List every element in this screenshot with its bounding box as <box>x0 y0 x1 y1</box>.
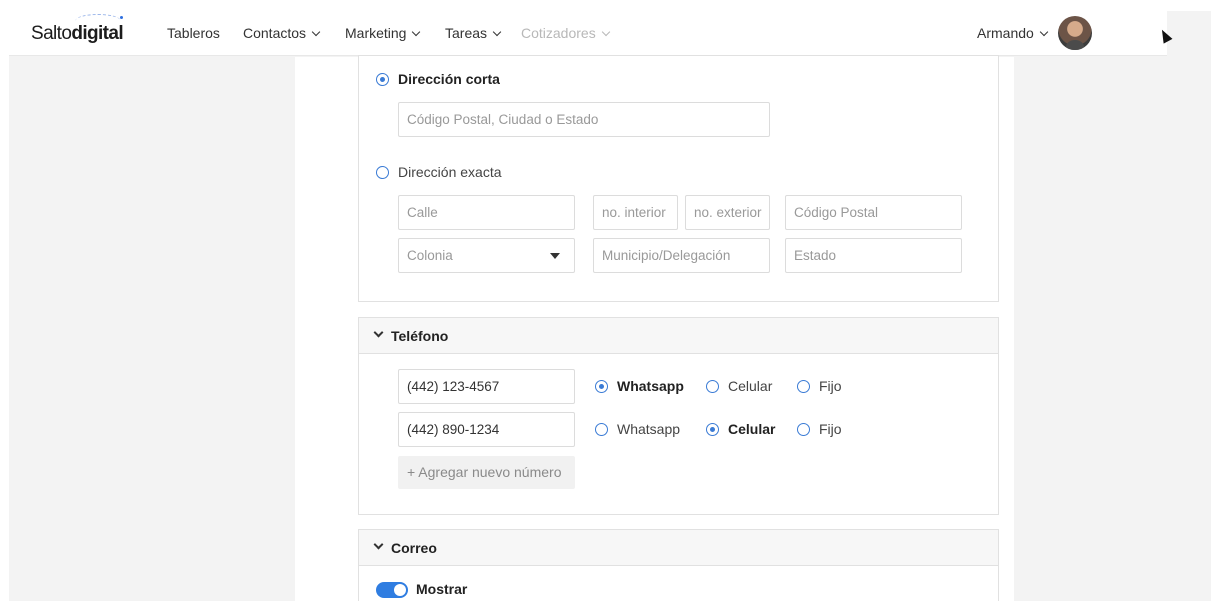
nav-tareas[interactable]: Tareas <box>445 25 502 41</box>
chevron-down-icon <box>492 27 502 37</box>
form-panel: Dirección corta Código Postal, Ciudad o … <box>295 55 1014 601</box>
email-section-header[interactable]: Correo <box>359 530 998 566</box>
avatar[interactable] <box>1058 16 1092 50</box>
logo-dot-decoration <box>120 16 123 19</box>
phone2-celular-label[interactable]: Celular <box>728 421 775 437</box>
phone2-whatsapp-radio[interactable] <box>595 423 608 436</box>
phone-card: Teléfono (442) 123-4567 Whatsapp Celular… <box>358 317 999 515</box>
top-navbar: Saltodigital Tableros Contactos Marketin… <box>9 11 1167 56</box>
phone1-fijo-radio[interactable] <box>797 380 810 393</box>
app-window: Saltodigital Tableros Contactos Marketin… <box>9 11 1211 601</box>
email-card: Correo Mostrar <box>358 529 999 601</box>
phone2-fijo-radio[interactable] <box>797 423 810 436</box>
phone1-whatsapp-label[interactable]: Whatsapp <box>617 378 684 394</box>
short-address-input[interactable]: Código Postal, Ciudad o Estado <box>398 102 770 137</box>
interior-number-field[interactable]: no. interior <box>593 195 678 230</box>
estado-field[interactable]: Estado <box>785 238 962 273</box>
phone-section-title: Teléfono <box>391 328 449 344</box>
chevron-down-icon <box>373 539 384 550</box>
phone2-fijo-label[interactable]: Fijo <box>819 421 842 437</box>
address-card: Dirección corta Código Postal, Ciudad o … <box>358 55 999 302</box>
colonia-select[interactable]: Colonia <box>398 238 575 273</box>
phone1-whatsapp-radio[interactable] <box>595 380 608 393</box>
short-address-radio[interactable] <box>376 73 389 86</box>
chevron-down-icon <box>311 27 321 37</box>
phone1-fijo-label[interactable]: Fijo <box>819 378 842 394</box>
nav-contactos[interactable]: Contactos <box>243 25 321 41</box>
municipio-field[interactable]: Municipio/Delegación <box>593 238 770 273</box>
phone1-celular-label[interactable]: Celular <box>728 378 772 394</box>
logo-arc-decoration <box>75 14 121 28</box>
chevron-down-icon <box>601 27 610 37</box>
phone2-whatsapp-label[interactable]: Whatsapp <box>617 421 680 437</box>
short-address-label[interactable]: Dirección corta <box>398 71 500 87</box>
calle-field[interactable]: Calle <box>398 195 575 230</box>
add-phone-number-button[interactable]: + Agregar nuevo número <box>398 456 575 489</box>
chevron-down-icon <box>373 327 384 338</box>
postal-code-field[interactable]: Código Postal <box>785 195 962 230</box>
chevron-down-icon <box>412 27 421 37</box>
email-section-title: Correo <box>391 540 437 556</box>
user-menu[interactable]: Armando <box>977 25 1049 41</box>
show-email-label: Mostrar <box>416 581 468 597</box>
exact-address-label[interactable]: Dirección exacta <box>398 164 502 180</box>
exterior-number-field[interactable]: no. exterior <box>685 195 770 230</box>
colonia-select-value: Colonia <box>407 248 453 263</box>
nav-cotizadores: Cotizadores <box>521 25 610 41</box>
phone-number-input-2[interactable]: (442) 890-1234 <box>398 412 575 447</box>
nav-tableros[interactable]: Tableros <box>167 25 220 41</box>
phone1-celular-radio[interactable] <box>706 380 719 393</box>
caret-down-icon <box>550 253 560 259</box>
chevron-down-icon <box>1039 27 1049 37</box>
show-email-toggle[interactable] <box>376 582 408 598</box>
phone2-celular-radio[interactable] <box>706 423 719 436</box>
phone-section-header[interactable]: Teléfono <box>359 318 998 354</box>
phone-number-input-1[interactable]: (442) 123-4567 <box>398 369 575 404</box>
nav-marketing[interactable]: Marketing <box>345 25 421 41</box>
exact-address-radio[interactable] <box>376 166 389 179</box>
